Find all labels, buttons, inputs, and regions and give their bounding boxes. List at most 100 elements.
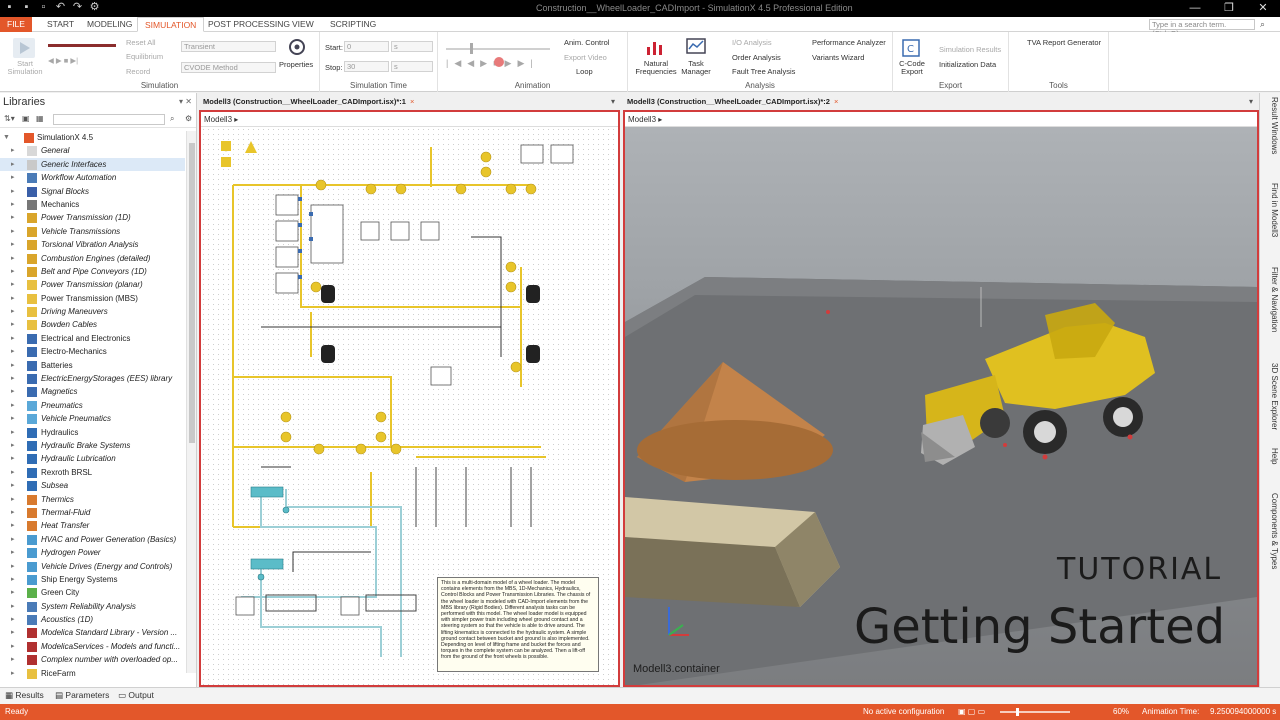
record-button[interactable]: Record <box>126 67 150 76</box>
expand-icon[interactable]: ▸ <box>11 158 15 171</box>
expand-icon[interactable]: ▸ <box>11 439 15 452</box>
anim-control-button[interactable]: Anim. Control <box>564 38 609 47</box>
library-item[interactable]: ▸ Power Transmission (MBS) <box>0 292 185 305</box>
expand-icon[interactable]: ▸ <box>11 412 15 425</box>
expand-icon[interactable]: ▸ <box>11 372 15 385</box>
expand-icon[interactable]: ▸ <box>11 292 15 305</box>
library-item[interactable]: ▸ ModelicaServices - Models and functi... <box>0 640 185 653</box>
task-manager-button[interactable]: Task Manager <box>678 60 714 76</box>
natural-frequencies-icon[interactable] <box>644 37 666 57</box>
results-tab[interactable]: ▦ Results <box>5 690 44 701</box>
properties-icon[interactable] <box>286 37 308 57</box>
expand-icon[interactable]: ▸ <box>11 600 15 613</box>
expand-icon[interactable]: ▸ <box>11 265 15 278</box>
minimize-button[interactable]: — <box>1178 0 1212 17</box>
grid-icon[interactable]: ▦ <box>36 114 44 123</box>
properties-button[interactable]: Properties <box>279 60 313 69</box>
library-item[interactable]: ▸ Vehicle Drives (Energy and Controls) <box>0 560 185 573</box>
zoom-slider-thumb[interactable] <box>1016 708 1019 716</box>
library-item[interactable]: ▸ System Reliability Analysis <box>0 600 185 613</box>
active-configuration[interactable]: No active configuration <box>863 707 944 716</box>
library-item[interactable]: ▸ Thermics <box>0 493 185 506</box>
expand-icon[interactable]: ▸ <box>11 493 15 506</box>
expand-icon[interactable]: ▸ <box>11 278 15 291</box>
start-simulation-button[interactable]: Start Simulation <box>6 60 44 76</box>
stop-time-input[interactable]: 30 <box>344 61 389 72</box>
library-item[interactable]: ▸ Driving Maneuvers <box>0 305 185 318</box>
library-item[interactable]: ▸ Ship Energy Systems <box>0 573 185 586</box>
expand-icon[interactable]: ▸ <box>11 332 15 345</box>
tab-scripting[interactable]: SCRIPTING <box>323 17 383 32</box>
search-input[interactable]: Type in a search term. (Ctrl+Q) <box>1149 19 1255 38</box>
parameters-tab[interactable]: ▤ Parameters <box>55 690 109 701</box>
sort-icon[interactable]: ⇅▾ <box>4 114 15 123</box>
zoom-slider[interactable] <box>1000 711 1070 713</box>
expand-icon[interactable]: ▸ <box>11 479 15 492</box>
library-item[interactable]: ▸ Combustion Engines (detailed) <box>0 252 185 265</box>
output-tab[interactable]: ▭ Output <box>118 690 154 701</box>
c-code-export-button[interactable]: C-Code Export <box>896 60 928 76</box>
expand-icon[interactable]: ▼ <box>3 131 10 144</box>
library-item[interactable]: ▸ General <box>0 144 185 157</box>
library-item[interactable]: ▸ Rexroth BRSL <box>0 466 185 479</box>
library-item[interactable]: ▸ Subsea <box>0 479 185 492</box>
fault-tree-button[interactable]: Fault Tree Analysis <box>732 67 795 76</box>
tab-view[interactable]: VIEW <box>285 17 321 32</box>
expand-icon[interactable]: ▸ <box>11 560 15 573</box>
expand-icon[interactable]: ▸ <box>11 466 15 479</box>
library-item[interactable]: ▸ Hydraulic Lubrication <box>0 452 185 465</box>
expand-icon[interactable]: ▸ <box>11 345 15 358</box>
help-tab[interactable]: Help <box>1262 448 1279 464</box>
solver-type-select[interactable]: Transient <box>181 41 276 52</box>
expand-icon[interactable]: ▸ <box>11 533 15 546</box>
expand-icon[interactable]: ▸ <box>11 506 15 519</box>
animation-slider-thumb[interactable] <box>470 43 473 54</box>
library-item[interactable]: ▸ Batteries <box>0 359 185 372</box>
tva-report-button[interactable]: TVA Report Generator <box>1027 38 1101 47</box>
expand-icon[interactable]: ▸ <box>11 185 15 198</box>
library-item[interactable]: ▸ Power Transmission (planar) <box>0 278 185 291</box>
expand-icon[interactable]: ▸ <box>11 452 15 465</box>
expand-icon[interactable]: ▸ <box>11 238 15 251</box>
expand-icon[interactable]: ▸ <box>11 613 15 626</box>
reset-all-button[interactable]: Reset All <box>126 38 156 47</box>
settings-icon[interactable]: ⚙ <box>89 2 100 13</box>
expand-icon[interactable]: ▸ <box>11 653 15 666</box>
search-icon[interactable]: ⌕ <box>170 114 174 124</box>
expand-icon[interactable]: ▸ <box>11 385 15 398</box>
library-item[interactable]: ▸ Bowden Cables <box>0 318 185 331</box>
library-item[interactable]: ▸ Magnetics <box>0 385 185 398</box>
expand-icon[interactable]: ▸ <box>11 586 15 599</box>
library-search-input[interactable] <box>53 114 165 125</box>
variants-wizard-button[interactable]: Variants Wizard <box>812 53 864 62</box>
library-item[interactable]: ▸ Heat Transfer <box>0 519 185 532</box>
filter-icon[interactable]: ▣ <box>22 114 30 123</box>
library-scrollbar[interactable] <box>186 131 196 673</box>
tab-menu-icon[interactable]: ▾ <box>611 97 615 106</box>
expand-icon[interactable]: ▸ <box>11 318 15 331</box>
expand-icon[interactable]: ▸ <box>11 399 15 412</box>
library-item[interactable]: ▸ Hydraulics <box>0 426 185 439</box>
find-in-model-tab[interactable]: Find in Modell3 <box>1262 183 1279 237</box>
scene-breadcrumb[interactable]: Modell3 ▸ <box>625 112 1257 127</box>
tab-start[interactable]: START <box>40 17 81 32</box>
diagram-breadcrumb[interactable]: Modell3 ▸ <box>201 112 618 127</box>
close-tab-icon[interactable]: × <box>834 97 838 106</box>
simulation-results-button[interactable]: Simulation Results <box>939 45 1001 54</box>
library-item[interactable]: ▸ RiceFarm <box>0 667 185 680</box>
order-analysis-button[interactable]: Order Analysis <box>732 53 781 62</box>
step-back-icon[interactable]: ◀ ▶ ■ ▶| <box>48 56 78 65</box>
expand-icon[interactable]: ▸ <box>11 640 15 653</box>
diagram-tab[interactable]: Modell3 (Construction__WheelLoader_CADIm… <box>203 97 414 110</box>
library-item[interactable]: ▸ Generic Interfaces <box>0 157 185 172</box>
save-icon[interactable]: ▪ <box>4 2 15 13</box>
expand-icon[interactable]: ▸ <box>11 519 15 532</box>
3d-scene-explorer-tab[interactable]: 3D Scene Explorer <box>1262 363 1279 430</box>
library-item[interactable]: ▸ Mechanics <box>0 198 185 211</box>
result-windows-tab[interactable]: Result Windows <box>1262 97 1279 154</box>
expand-icon[interactable]: ▸ <box>11 198 15 211</box>
library-item[interactable]: ▸ Hydraulic Brake Systems <box>0 439 185 452</box>
loop-button[interactable]: Loop <box>576 67 593 76</box>
library-item[interactable]: ▸ Power Transmission (1D) <box>0 211 185 224</box>
natural-frequencies-button[interactable]: Natural Frequencies <box>634 60 678 76</box>
